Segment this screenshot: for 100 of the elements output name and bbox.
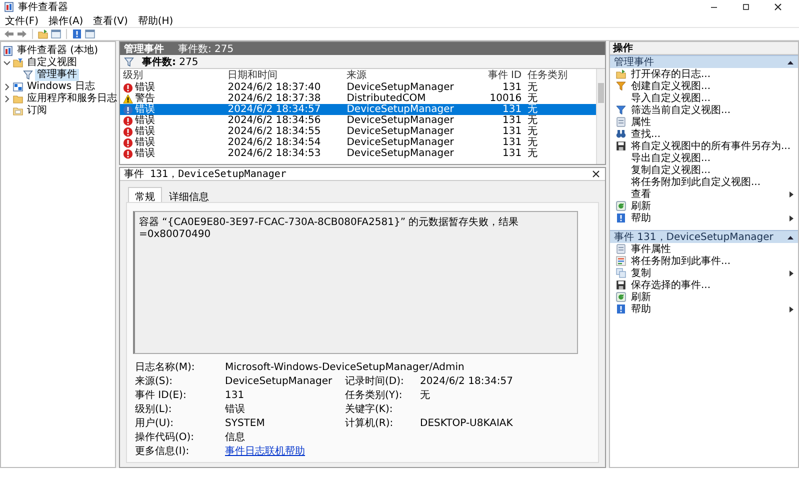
table-cell-text: 131 [502, 115, 523, 126]
close-icon[interactable] [591, 169, 601, 179]
table-cell-text: DeviceSetupManager [346, 82, 455, 93]
tree-item[interactable]: 应用程序和服务日志 [25, 93, 119, 105]
action-item[interactable]: 刷新 [610, 200, 798, 212]
tab[interactable]: 详细信息 [162, 187, 216, 202]
tree-item[interactable]: 管理事件 [35, 69, 79, 81]
action-item[interactable]: 帮助 [610, 212, 798, 224]
field-label: 用户(U): [135, 418, 174, 430]
field-value: 信息 [225, 432, 246, 444]
menu-item[interactable]: 帮助(H) [136, 14, 174, 28]
action-item[interactable]: 筛选当前自定义视图... [610, 104, 798, 116]
collapse-arrow-icon[interactable] [787, 60, 794, 64]
column-header[interactable]: 级别 [120, 69, 225, 82]
table-row[interactable]: 错误 2024/6/2 18:37:40 DeviceSetupManager 131 无 [120, 82, 596, 93]
column-header[interactable]: 事件 ID [472, 69, 525, 82]
collapse-arrow-icon[interactable] [787, 234, 794, 240]
help-icon [616, 304, 626, 314]
open-folder-icon [616, 69, 626, 79]
action-item[interactable]: 复制自定义视图... [610, 164, 798, 176]
column-header[interactable]: 来源 [344, 69, 472, 82]
action-item[interactable]: 查看 [610, 188, 798, 200]
table-row[interactable]: 错误 2024/6/2 18:34:57 DeviceSetupManager 131 无 [120, 104, 596, 115]
table-cell: 错误 [135, 115, 155, 126]
action-item[interactable]: 复制 [610, 267, 798, 279]
table-cell: 错误 [135, 104, 155, 115]
action-item[interactable]: 刷新 [610, 291, 798, 303]
expand-chevron-icon[interactable] [3, 95, 11, 103]
menu-item[interactable]: 操作(A) [48, 14, 84, 28]
table-cell-text: 131 [502, 104, 523, 115]
field-label: 关键字(K): [345, 404, 394, 416]
event-count: 事件数: 275 [178, 42, 234, 56]
tree-item[interactable]: 订阅 [25, 105, 49, 117]
table-cell-text: 2024/6/2 18:34:54 [226, 137, 322, 148]
table-cell-text: 无 [526, 126, 539, 137]
menu-item[interactable]: 文件(F) [4, 14, 40, 28]
table-cell-text: 无 [526, 93, 539, 104]
menu-item[interactable]: 查看(V) [92, 14, 129, 28]
field-label: 级别(L): [135, 404, 173, 416]
action-item[interactable]: 将任务附加到此自定义视图... [610, 176, 798, 188]
table-row[interactable]: 错误 2024/6/2 18:34:54 DeviceSetupManager 131 无 [120, 137, 596, 148]
field-value: 无 [420, 390, 431, 402]
tab[interactable]: 常规 [128, 187, 162, 202]
log-viewer-icon [3, 46, 13, 56]
column-header[interactable]: 日期和时间 [224, 69, 344, 82]
pane-title: 操作 [610, 42, 798, 55]
action-item[interactable]: 创建自定义视图... [610, 80, 798, 92]
table-row[interactable]: 错误 2024/6/2 18:34:55 DeviceSetupManager 131 无 [120, 126, 596, 137]
help-link[interactable]: 事件日志联机帮助 [225, 446, 305, 458]
action-item[interactable]: 打开保存的日志... [610, 68, 798, 80]
help-icon[interactable] [72, 29, 82, 39]
table-cell-text: 2024/6/2 18:37:40 [226, 82, 322, 93]
open-folder-icon[interactable] [38, 29, 48, 39]
table-row[interactable]: 警告 2024/6/2 18:37:38 DistributedCOM 10016 无 [120, 93, 596, 104]
funnel-icon [616, 81, 626, 91]
collapse-chevron-icon[interactable] [3, 59, 11, 67]
pane-icon[interactable] [85, 29, 95, 39]
table-cell-text: 131 [502, 82, 523, 93]
maximize-icon[interactable] [741, 2, 751, 12]
field-value: Microsoft-Windows-DeviceSetupManager/Admin [225, 362, 466, 374]
table-row[interactable]: 错误 2024/6/2 18:34:53 DeviceSetupManager 131 无 [120, 148, 596, 159]
back-arrow-icon[interactable] [4, 29, 14, 39]
action-item[interactable]: 将自定义视图中的所有事件另存为... [610, 140, 798, 152]
pane-icon[interactable] [51, 29, 61, 39]
table-cell-text: 无 [526, 104, 539, 115]
action-item[interactable]: 属性 [610, 116, 798, 128]
table-cell-text: 无 [526, 82, 539, 93]
scrollbar[interactable] [596, 69, 605, 164]
tree-item[interactable]: Windows 日志 [25, 81, 97, 93]
table-cell-text: 131 [502, 148, 523, 159]
copy-icon [616, 268, 626, 278]
table-row[interactable]: 错误 2024/6/2 18:34:56 DeviceSetupManager 131 无 [120, 115, 596, 126]
tree-item[interactable]: 事件查看器 (本地) [15, 45, 100, 57]
action-item[interactable]: 将任务附加到此事件... [610, 255, 798, 267]
table-cell: 错误 [135, 82, 155, 93]
action-item[interactable]: 查找... [610, 128, 798, 140]
column-header[interactable]: 任务类别 [524, 69, 596, 82]
folder-icon [13, 94, 23, 104]
event-count: 事件数: 275 [142, 56, 198, 68]
action-item[interactable]: 保存选择的事件... [610, 279, 798, 291]
forward-arrow-icon[interactable] [17, 29, 27, 39]
table-cell: 错误 [135, 137, 155, 148]
action-item[interactable]: 事件属性 [610, 243, 798, 255]
expand-chevron-icon[interactable] [3, 83, 11, 91]
error-icon [123, 126, 133, 136]
save-icon [616, 280, 626, 290]
field-value: DeviceSetupManager [225, 376, 334, 388]
refresh-icon [616, 201, 626, 211]
tree-item[interactable]: 自定义视图 [25, 57, 79, 69]
table-cell-text: 2024/6/2 18:34:57 [226, 104, 322, 115]
action-item[interactable]: 导出自定义视图... [610, 152, 798, 164]
scrollbar-thumb[interactable] [598, 83, 604, 103]
folder-icon [13, 58, 23, 68]
field-label: 更多信息(I): [135, 446, 190, 458]
close-icon[interactable] [773, 2, 783, 12]
action-item[interactable]: 导入自定义视图... [610, 92, 798, 104]
refresh-icon [616, 292, 626, 302]
table-cell-text: DeviceSetupManager [346, 137, 455, 148]
table-cell-text: DeviceSetupManager [346, 104, 455, 115]
action-item[interactable]: 帮助 [610, 303, 798, 315]
